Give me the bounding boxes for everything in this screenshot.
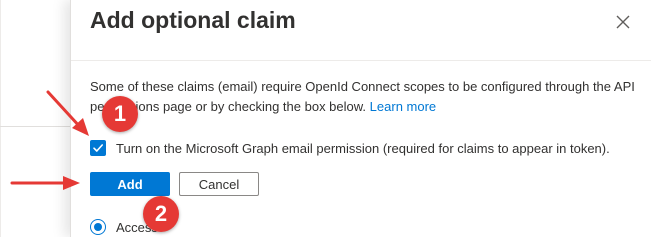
- step-1-badge: 1: [102, 96, 138, 132]
- screen: Add optional claim Some of these claims …: [0, 0, 651, 237]
- cancel-button[interactable]: Cancel: [179, 172, 259, 196]
- close-icon: [616, 15, 630, 29]
- background-divider-horizontal: [0, 126, 70, 127]
- background-page: [0, 0, 70, 237]
- add-button[interactable]: Add: [90, 172, 170, 196]
- info-message: Some of these claims (email) require Ope…: [90, 77, 640, 117]
- close-button[interactable]: [611, 10, 635, 34]
- header-divider: [71, 60, 651, 61]
- graph-email-permission-option[interactable]: Turn on the Microsoft Graph email permis…: [90, 138, 610, 158]
- info-message-text: Some of these claims (email) require Ope…: [90, 79, 635, 114]
- learn-more-link[interactable]: Learn more: [370, 99, 436, 114]
- panel-title: Add optional claim: [90, 7, 296, 33]
- radio-selected-dot: [94, 223, 102, 231]
- checkmark-icon: [93, 144, 103, 152]
- background-divider-vertical: [0, 0, 1, 237]
- access-radio[interactable]: [90, 219, 106, 235]
- panel-header: Add optional claim: [71, 0, 651, 44]
- graph-email-permission-checkbox[interactable]: [90, 140, 106, 156]
- graph-email-permission-label: Turn on the Microsoft Graph email permis…: [116, 140, 610, 156]
- step-2-badge: 2: [143, 196, 179, 232]
